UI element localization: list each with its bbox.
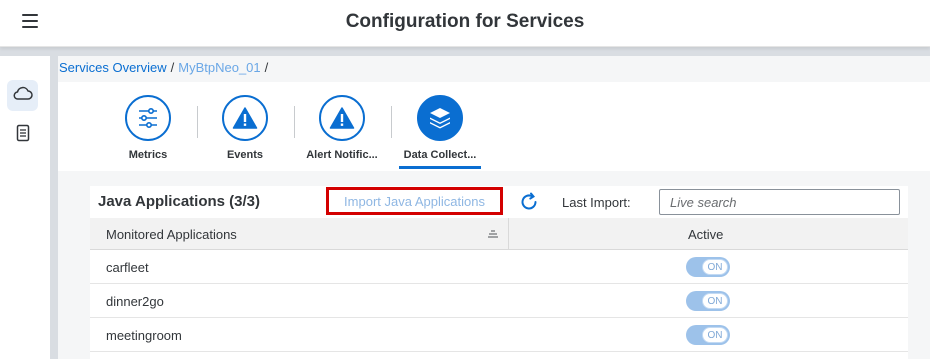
- icon-tab-bar: Metrics Events Alert Notific... Data Col…: [58, 82, 930, 171]
- column-divider: [508, 218, 509, 250]
- tab-events[interactable]: Events: [197, 95, 293, 169]
- stack-layers-icon: [417, 95, 463, 141]
- app-title: Configuration for Services: [345, 11, 585, 32]
- breadcrumb-services-overview[interactable]: Services Overview: [59, 60, 167, 75]
- import-java-applications-button[interactable]: Import Java Applications: [326, 187, 503, 215]
- active-switch[interactable]: ON: [686, 291, 730, 311]
- application-name: meetingroom: [106, 328, 182, 343]
- side-navigation: [0, 56, 50, 359]
- last-import-label: Last Import:: [562, 195, 631, 210]
- application-name: dinner2go: [106, 294, 164, 309]
- table-row[interactable]: meetingroom ON: [90, 319, 908, 352]
- breadcrumb-current[interactable]: MyBtpNeo_01: [178, 60, 260, 75]
- column-header-monitored-applications[interactable]: Monitored Applications: [106, 227, 237, 242]
- switch-state: ON: [702, 259, 728, 275]
- tab-label: Data Collect...: [403, 149, 477, 161]
- table-row[interactable]: dinner2go ON: [90, 285, 908, 318]
- active-switch[interactable]: ON: [686, 257, 730, 277]
- table-row[interactable]: carfleet ON: [90, 251, 908, 284]
- tab-label: Alert Notific...: [306, 149, 378, 161]
- nav-item-documents[interactable]: [7, 120, 38, 151]
- java-applications-panel: Java Applications (3/3) Import Java Appl…: [90, 186, 908, 359]
- panel-title: Java Applications (3/3): [98, 193, 260, 210]
- breadcrumb-separator: /: [264, 60, 269, 75]
- document-icon: [16, 124, 30, 147]
- warning-icon: [319, 95, 365, 141]
- application-name: carfleet: [106, 260, 149, 275]
- nav-item-services[interactable]: [7, 80, 38, 111]
- main-content: Services Overview / MyBtpNeo_01/ Metrics E…: [58, 56, 930, 359]
- switch-state: ON: [702, 327, 728, 343]
- active-switch[interactable]: ON: [686, 325, 730, 345]
- table-header: Monitored Applications Active: [90, 218, 908, 250]
- shell-bar: Configuration for Services: [0, 0, 930, 47]
- tab-data-collection[interactable]: Data Collect...: [392, 95, 488, 169]
- sort-icon[interactable]: [487, 227, 499, 239]
- cloud-icon: [13, 85, 33, 106]
- switch-state: ON: [702, 293, 728, 309]
- column-header-active[interactable]: Active: [688, 227, 723, 242]
- tab-metrics[interactable]: Metrics: [100, 95, 196, 169]
- breadcrumb: Services Overview / MyBtpNeo_01/: [59, 60, 272, 75]
- tab-alert-notifications[interactable]: Alert Notific...: [294, 95, 390, 169]
- refresh-icon[interactable]: [518, 191, 540, 213]
- selected-tab-indicator: [399, 166, 481, 169]
- warning-icon: [222, 95, 268, 141]
- breadcrumb-separator: /: [170, 60, 175, 75]
- tab-label: Events: [226, 149, 264, 161]
- sliders-icon: [125, 95, 171, 141]
- tab-label: Metrics: [128, 149, 168, 161]
- live-search-input[interactable]: [659, 189, 900, 215]
